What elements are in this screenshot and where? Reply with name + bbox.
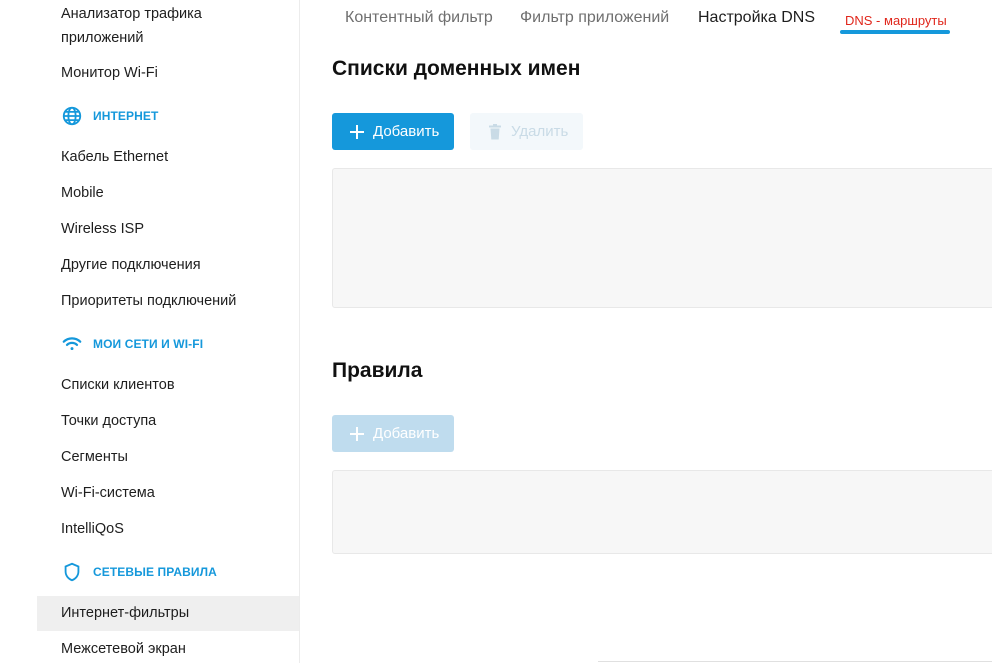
sidebar-section-internet: ИНТЕРНЕТ	[61, 105, 158, 127]
wifi-icon	[61, 333, 83, 355]
sidebar-section-rules: СЕТЕВЫЕ ПРАВИЛА	[61, 561, 217, 583]
rules-title: Правила	[332, 359, 423, 382]
sidebar-item-wifi-system[interactable]: Wi-Fi-система	[37, 481, 299, 505]
tab-dns-settings[interactable]: Настройка DNS	[698, 9, 815, 27]
add-button-label: Добавить	[373, 123, 440, 140]
sidebar-section-title: СЕТЕВЫЕ ПРАВИЛА	[93, 565, 217, 579]
domain-lists-panel	[332, 168, 992, 308]
plus-icon	[348, 425, 366, 443]
sidebar-section-networks: МОИ СЕТИ И WI-FI	[61, 333, 203, 355]
shield-icon	[61, 561, 83, 583]
tab-app-filter[interactable]: Фильтр приложений	[520, 9, 669, 27]
sidebar-item-wireless-isp[interactable]: Wireless ISP	[37, 217, 299, 241]
active-tab-indicator	[840, 30, 950, 34]
sidebar-item-other-connections[interactable]: Другие подключения	[37, 253, 299, 277]
domain-lists-title: Списки доменных имен	[332, 57, 581, 80]
tab-dns-routes[interactable]: DNS - маршруты	[845, 13, 947, 28]
divider	[598, 661, 992, 662]
add-button-label: Добавить	[373, 425, 440, 442]
globe-icon	[61, 105, 83, 127]
add-rule-button[interactable]: Добавить	[332, 415, 454, 452]
left-gutter	[0, 0, 37, 663]
tab-content-filter[interactable]: Контентный фильтр	[345, 9, 493, 27]
sidebar-item-traffic-analyzer[interactable]: Анализатор трафика приложений	[37, 2, 299, 50]
sidebar-item-access-points[interactable]: Точки доступа	[37, 409, 299, 433]
sidebar-section-title: ИНТЕРНЕТ	[93, 109, 159, 123]
delete-button-label: Удалить	[511, 123, 569, 140]
trash-icon	[486, 123, 504, 141]
add-domain-list-button[interactable]: Добавить	[332, 113, 454, 150]
sidebar-item-client-lists[interactable]: Списки клиентов	[37, 373, 299, 397]
sidebar-item-wifi-monitor[interactable]: Монитор Wi-Fi	[37, 61, 299, 85]
plus-icon	[348, 123, 366, 141]
sidebar-item-connection-priorities[interactable]: Приоритеты подключений	[37, 289, 299, 313]
rules-panel	[332, 470, 992, 554]
sidebar-section-title: МОИ СЕТИ И WI-FI	[93, 337, 204, 351]
delete-domain-list-button[interactable]: Удалить	[470, 113, 583, 150]
sidebar-item-segments[interactable]: Сегменты	[37, 445, 299, 469]
sidebar-item-mobile[interactable]: Mobile	[37, 181, 299, 205]
sidebar-item-ethernet[interactable]: Кабель Ethernet	[37, 145, 299, 169]
sidebar-item-intelliqos[interactable]: IntelliQoS	[37, 517, 299, 541]
sidebar-item-firewall[interactable]: Межсетевой экран	[37, 637, 299, 661]
sidebar: Анализатор трафика приложений Монитор Wi…	[37, 0, 300, 663]
sidebar-item-internet-filters[interactable]: Интернет-фильтры	[37, 596, 299, 631]
